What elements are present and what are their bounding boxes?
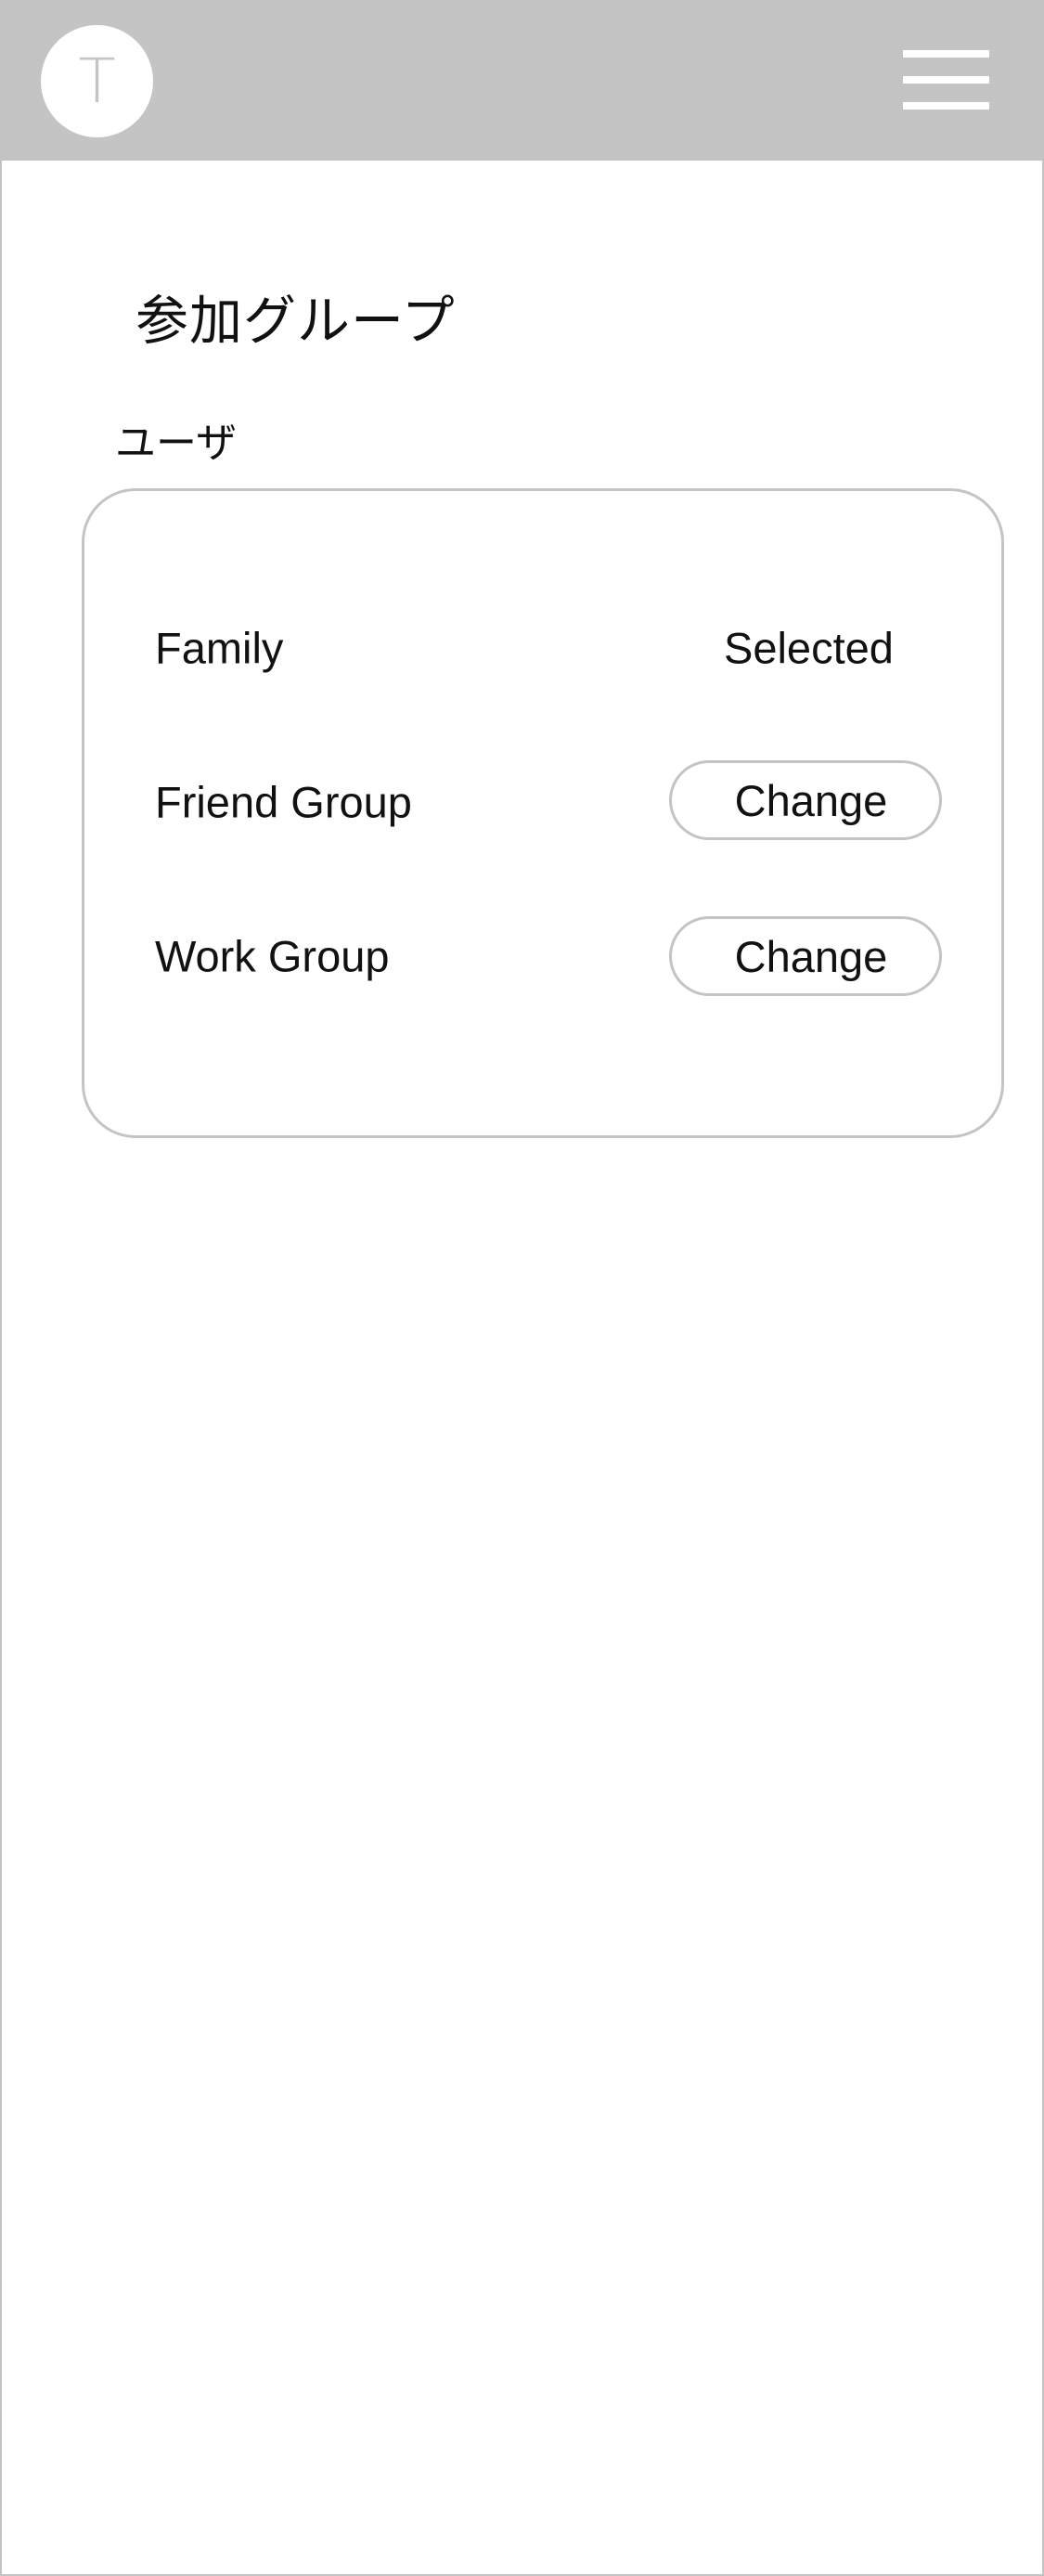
- change-button-friend-group[interactable]: Change: [669, 760, 942, 840]
- group-row-family: Family Selected: [84, 606, 1001, 690]
- user-avatar[interactable]: T: [41, 25, 153, 137]
- group-list-card: Family Selected Friend Group Change Work…: [82, 488, 1004, 1138]
- hamburger-menu-icon[interactable]: [903, 50, 989, 110]
- group-name: Family: [155, 623, 284, 673]
- group-row-work-group: Work Group Change: [84, 914, 1001, 998]
- section-label-user: ユーザ: [115, 420, 238, 467]
- menu-line: [903, 102, 989, 110]
- page-title: 参加グループ: [135, 291, 456, 352]
- group-name: Work Group: [155, 931, 390, 981]
- avatar-initial: T: [78, 45, 116, 117]
- selected-status-label: Selected: [724, 623, 894, 673]
- menu-line: [903, 76, 989, 84]
- top-header-bar: T: [0, 0, 1044, 161]
- group-row-friend-group: Friend Group Change: [84, 760, 1001, 844]
- group-name: Friend Group: [155, 777, 412, 827]
- change-button-label: Change: [734, 775, 888, 825]
- change-button-work-group[interactable]: Change: [669, 916, 942, 996]
- change-button-label: Change: [734, 931, 888, 981]
- menu-line: [903, 50, 989, 58]
- app-frame: [0, 0, 1044, 2576]
